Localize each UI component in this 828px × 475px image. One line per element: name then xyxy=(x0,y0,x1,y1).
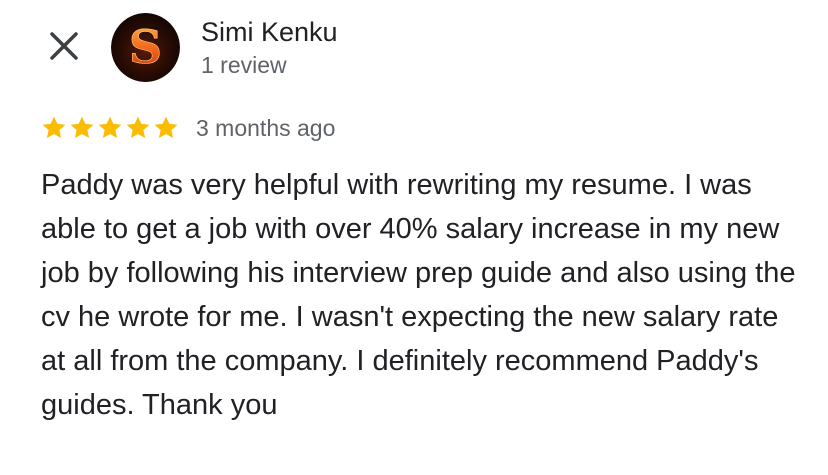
star-rating xyxy=(40,114,180,142)
star-icon xyxy=(96,114,124,142)
review-text: Paddy was very helpful with rewriting my… xyxy=(41,169,796,421)
rating-row: 3 months ago xyxy=(40,114,335,142)
star-icon xyxy=(68,114,96,142)
star-icon xyxy=(152,114,180,142)
review-timestamp: 3 months ago xyxy=(196,115,336,141)
star-icon xyxy=(124,114,152,142)
reviewer-name[interactable]: Simi Kenku xyxy=(201,15,338,49)
close-icon xyxy=(50,32,78,60)
avatar[interactable]: S xyxy=(111,13,180,82)
avatar-letter: S xyxy=(129,20,162,74)
close-button[interactable] xyxy=(44,26,84,66)
star-icon xyxy=(40,114,68,142)
review-count: 1 review xyxy=(201,52,287,78)
